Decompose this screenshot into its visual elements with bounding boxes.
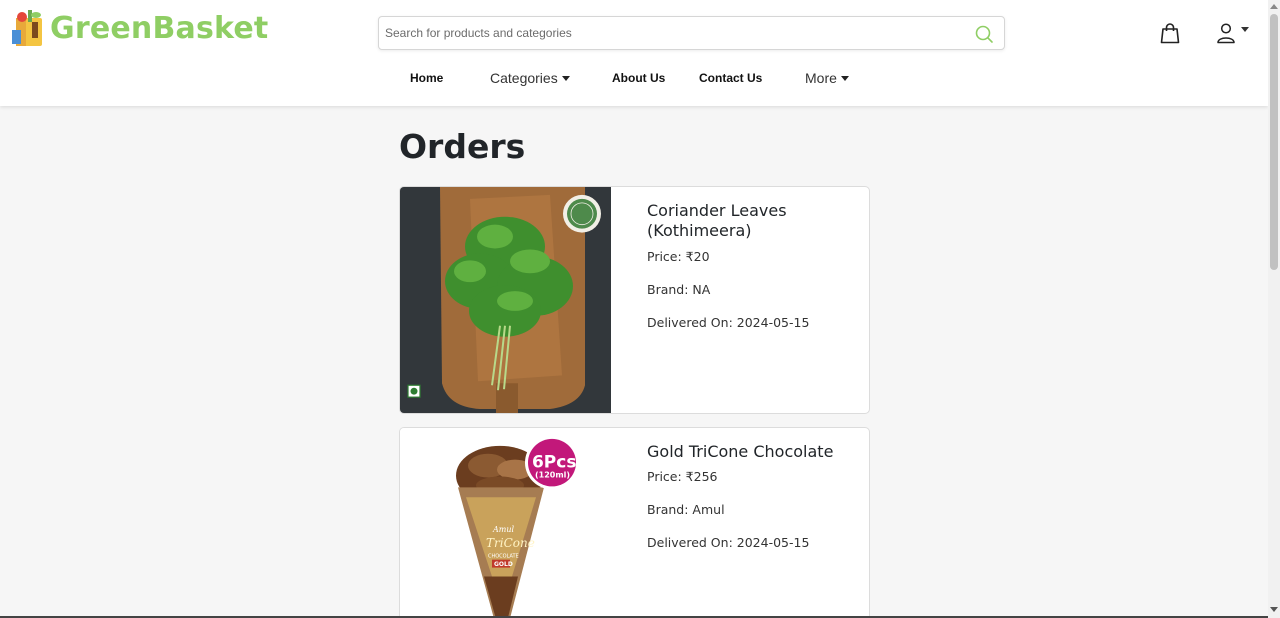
nav-more[interactable]: More [805, 70, 849, 86]
page-title: Orders [399, 127, 526, 166]
brand-name: GreenBasket [50, 10, 269, 46]
delivery-date: Delivered On: 2024-05-15 [647, 315, 810, 330]
user-menu[interactable] [1216, 22, 1249, 44]
product-brand: Brand: Amul [647, 502, 725, 517]
nav-home[interactable]: Home [410, 71, 443, 85]
product-name[interactable]: Coriander Leaves (Kothimeera) [647, 201, 862, 241]
coriander-leaves-image[interactable] [400, 187, 611, 413]
product-price: Price: ₹20 [647, 249, 710, 264]
cone-flavor-text: CHOCOLATE [488, 554, 519, 560]
nav-contact-label: Contact Us [699, 71, 763, 85]
search-input[interactable] [379, 17, 959, 49]
pack-count-text: 6Pcs [532, 452, 576, 472]
nav-about-label: About Us [612, 71, 666, 85]
order-card[interactable]: Coriander Leaves (Kothimeera) Price: ₹20… [399, 186, 870, 414]
scroll-up-arrow-icon[interactable] [1270, 4, 1278, 9]
cone-variant-text: GOLD [494, 561, 513, 568]
nav-home-label: Home [410, 71, 444, 85]
pack-size-text: (120ml) [535, 471, 570, 480]
order-details: Gold TriCone Chocolate Price: ₹256 Brand… [647, 442, 862, 568]
order-details: Coriander Leaves (Kothimeera) Price: ₹20… [647, 201, 862, 348]
scrollbar-thumb[interactable] [1270, 14, 1278, 270]
nav-categories-label: Categories [490, 70, 558, 86]
site-header: GreenBasket Home Categories About Us C [0, 0, 1268, 106]
nav-contact-us[interactable]: Contact Us [699, 71, 762, 85]
search-icon[interactable] [974, 24, 994, 44]
nav-categories[interactable]: Categories [490, 70, 570, 86]
vertical-scrollbar[interactable] [1268, 0, 1280, 618]
nav-more-label: More [805, 70, 837, 86]
user-icon [1217, 23, 1235, 44]
chevron-down-icon [1241, 26, 1249, 32]
delivery-date: Delivered On: 2024-05-15 [647, 535, 810, 550]
grocery-bag-logo-icon [12, 10, 42, 46]
brand-logo[interactable]: GreenBasket [10, 8, 268, 48]
cone-product-text: TriCone [486, 536, 535, 550]
chevron-down-icon [840, 75, 849, 81]
scroll-down-arrow-icon[interactable] [1270, 607, 1278, 612]
product-brand: Brand: NA [647, 282, 711, 297]
product-price: Price: ₹256 [647, 469, 718, 484]
order-card[interactable]: Amul TriCone CHOCOLATE GOLD 6Pcs (120ml)… [399, 427, 870, 618]
main-nav: Home Categories About Us Contact Us More [0, 68, 1268, 88]
search-bar [378, 16, 1005, 50]
tricone-ice-cream-image[interactable]: Amul TriCone CHOCOLATE GOLD 6Pcs (120ml) [400, 428, 611, 618]
product-name[interactable]: Gold TriCone Chocolate [647, 442, 862, 462]
nav-about-us[interactable]: About Us [612, 71, 665, 85]
shopping-bag-icon[interactable] [1160, 22, 1180, 44]
chevron-down-icon [561, 75, 570, 81]
cone-brand-text: Amul [492, 525, 515, 534]
